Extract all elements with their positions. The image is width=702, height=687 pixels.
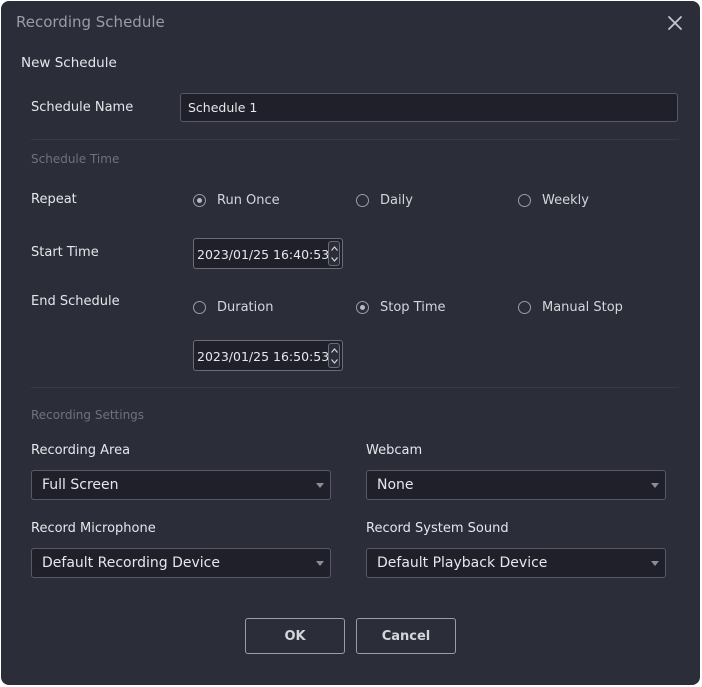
divider [31,387,679,388]
cancel-button[interactable]: Cancel [356,618,456,654]
record-system-sound-select[interactable]: Default Playback Device [366,548,666,578]
repeat-label: Repeat [31,192,77,207]
radio-icon [193,193,206,207]
chevron-up-icon[interactable] [331,246,338,251]
radio-daily[interactable]: Daily [356,191,413,209]
schedule-time-section-label: Schedule Time [31,152,120,166]
chevron-down-icon[interactable] [331,359,338,364]
recording-area-label: Recording Area [31,443,131,458]
record-microphone-label: Record Microphone [31,521,156,536]
radio-manual-stop[interactable]: Manual Stop [518,298,623,316]
record-system-sound-label: Record System Sound [366,521,509,536]
start-time-value: 2023/01/25 16:40:53 [197,247,330,262]
close-icon [668,16,682,30]
webcam-value: None [377,477,414,493]
webcam-label: Webcam [366,443,423,458]
radio-run-once-label: Run Once [217,192,280,208]
new-schedule-heading: New Schedule [21,55,117,71]
start-time-label: Start Time [31,245,99,260]
radio-run-once[interactable]: Run Once [193,191,280,209]
record-system-sound-value: Default Playback Device [377,555,548,571]
radio-icon [193,300,206,314]
record-microphone-value: Default Recording Device [42,555,220,571]
ok-button[interactable]: OK [245,618,345,654]
divider [31,139,679,140]
dropdown-arrow-icon [651,483,659,488]
radio-stop-time-label: Stop Time [380,299,446,315]
radio-duration[interactable]: Duration [193,298,273,316]
radio-daily-label: Daily [380,192,413,208]
stop-time-value: 2023/01/25 16:50:53 [197,349,330,364]
recording-area-value: Full Screen [42,477,119,493]
radio-icon [356,193,369,207]
radio-weekly-label: Weekly [542,192,589,208]
dropdown-arrow-icon [316,483,324,488]
chevron-up-icon[interactable] [331,348,338,353]
radio-manual-stop-label: Manual Stop [542,299,623,315]
radio-icon [518,300,531,314]
stop-time-spinner[interactable] [328,343,340,368]
start-time-picker[interactable]: 2023/01/25 16:40:53 [193,238,343,269]
stop-time-picker[interactable]: 2023/01/25 16:50:53 [193,340,343,371]
start-time-spinner[interactable] [328,241,340,266]
close-button[interactable] [665,13,685,33]
radio-weekly[interactable]: Weekly [518,191,589,209]
recording-area-select[interactable]: Full Screen [31,470,331,500]
recording-schedule-dialog: Recording Schedule New Schedule Schedule… [1,1,700,685]
schedule-name-label: Schedule Name [31,100,134,115]
schedule-name-input[interactable] [180,93,678,122]
webcam-select[interactable]: None [366,470,666,500]
chevron-down-icon[interactable] [331,257,338,262]
dialog-title: Recording Schedule [16,13,165,31]
recording-settings-section-label: Recording Settings [31,408,145,422]
radio-icon [356,300,369,314]
dropdown-arrow-icon [651,561,659,566]
radio-stop-time[interactable]: Stop Time [356,298,446,316]
radio-duration-label: Duration [217,299,274,315]
record-microphone-select[interactable]: Default Recording Device [31,548,331,578]
dropdown-arrow-icon [316,561,324,566]
radio-icon [518,193,531,207]
end-schedule-label: End Schedule [31,294,120,309]
